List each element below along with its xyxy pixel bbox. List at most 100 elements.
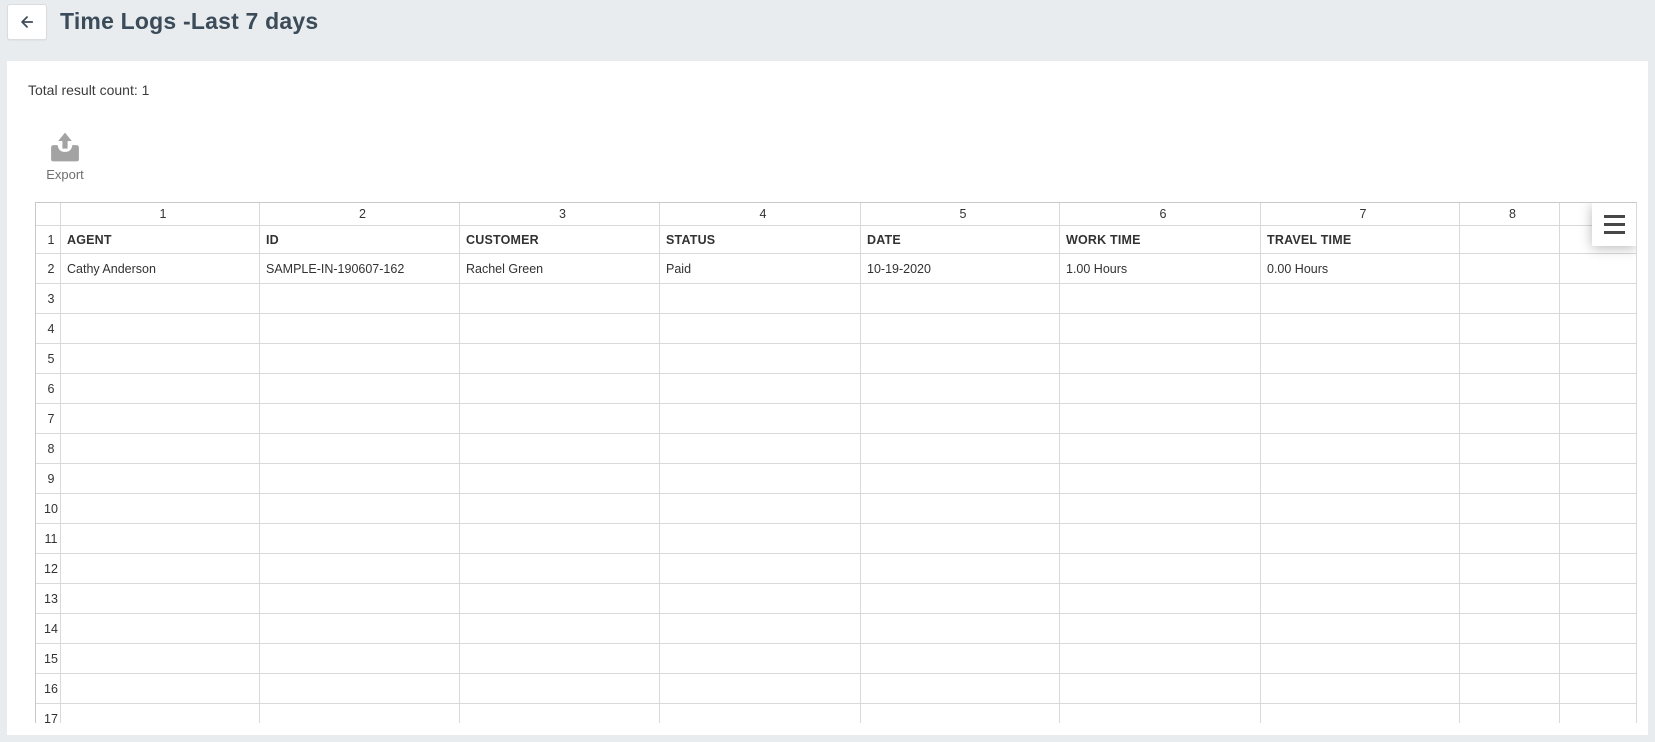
grid-cell[interactable] — [1560, 344, 1636, 374]
grid-cell[interactable] — [260, 344, 460, 374]
grid-cell[interactable] — [460, 344, 660, 374]
grid-cell[interactable] — [861, 614, 1060, 644]
grid-cell[interactable] — [660, 464, 861, 494]
grid-cell[interactable] — [1060, 434, 1261, 464]
grid-cell[interactable] — [1060, 464, 1261, 494]
grid-cell[interactable] — [660, 404, 861, 434]
grid-cell[interactable] — [861, 584, 1060, 614]
grid-cell[interactable] — [1560, 644, 1636, 674]
grid-cell[interactable] — [260, 584, 460, 614]
column-number[interactable]: 3 — [460, 203, 660, 226]
row-number[interactable]: 16 — [36, 674, 61, 704]
grid-cell[interactable] — [61, 674, 260, 704]
grid-cell[interactable] — [1460, 494, 1560, 524]
grid-cell[interactable] — [1460, 554, 1560, 584]
grid-cell[interactable] — [460, 584, 660, 614]
grid-cell[interactable] — [1460, 464, 1560, 494]
grid-cell[interactable] — [460, 314, 660, 344]
grid-cell[interactable] — [460, 404, 660, 434]
field-header[interactable]: CUSTOMER — [460, 226, 660, 254]
row-number[interactable]: 10 — [36, 494, 61, 524]
grid-cell[interactable] — [1060, 704, 1261, 723]
grid-cell[interactable] — [460, 554, 660, 584]
grid-cell[interactable] — [61, 704, 260, 723]
grid-cell[interactable] — [1460, 374, 1560, 404]
grid-cell[interactable] — [1060, 284, 1261, 314]
field-header[interactable]: AGENT — [61, 226, 260, 254]
column-number[interactable]: 5 — [861, 203, 1060, 226]
grid-cell[interactable] — [1261, 374, 1460, 404]
grid-cell[interactable] — [61, 464, 260, 494]
grid-cell[interactable] — [660, 344, 861, 374]
grid-cell[interactable] — [1560, 434, 1636, 464]
grid-cell[interactable] — [460, 434, 660, 464]
grid-cell[interactable] — [1460, 584, 1560, 614]
grid-cell[interactable] — [1460, 614, 1560, 644]
row-number[interactable]: 11 — [36, 524, 61, 554]
grid-cell[interactable] — [861, 344, 1060, 374]
row-number[interactable]: 5 — [36, 344, 61, 374]
grid-cell[interactable] — [1261, 704, 1460, 723]
column-number[interactable]: 8 — [1460, 203, 1560, 226]
grid-cell[interactable] — [861, 404, 1060, 434]
grid-cell[interactable] — [1460, 434, 1560, 464]
grid-menu-button[interactable] — [1592, 203, 1636, 246]
grid-cell[interactable] — [61, 614, 260, 644]
back-button[interactable] — [7, 4, 47, 40]
grid-cell[interactable] — [660, 314, 861, 344]
grid-cell[interactable]: Rachel Green — [460, 254, 660, 284]
grid-cell[interactable] — [1060, 344, 1261, 374]
grid-cell[interactable] — [260, 674, 460, 704]
grid-corner-cell[interactable] — [36, 203, 61, 226]
grid-cell[interactable] — [460, 644, 660, 674]
grid-cell[interactable] — [1060, 374, 1261, 404]
field-header[interactable]: ID — [260, 226, 460, 254]
grid-cell[interactable]: Paid — [660, 254, 861, 284]
grid-cell[interactable]: 1.00 Hours — [1060, 254, 1261, 284]
grid-cell[interactable] — [1060, 584, 1261, 614]
field-header[interactable]: TRAVEL TIME — [1261, 226, 1460, 254]
grid-cell[interactable] — [1060, 614, 1261, 644]
grid-cell[interactable]: 0.00 Hours — [1261, 254, 1460, 284]
row-number[interactable]: 14 — [36, 614, 61, 644]
row-number[interactable]: 15 — [36, 644, 61, 674]
row-number[interactable]: 1 — [36, 226, 61, 254]
grid-cell[interactable] — [1560, 494, 1636, 524]
grid-cell[interactable] — [660, 434, 861, 464]
row-number[interactable]: 9 — [36, 464, 61, 494]
grid-cell[interactable]: Cathy Anderson — [61, 254, 260, 284]
row-number[interactable]: 4 — [36, 314, 61, 344]
grid-cell[interactable]: SAMPLE-IN-190607-162 — [260, 254, 460, 284]
column-number[interactable]: 6 — [1060, 203, 1261, 226]
grid-cell[interactable] — [61, 644, 260, 674]
field-header[interactable]: STATUS — [660, 226, 861, 254]
column-number[interactable]: 1 — [61, 203, 260, 226]
grid-cell[interactable] — [260, 434, 460, 464]
grid-cell[interactable] — [861, 674, 1060, 704]
grid-cell[interactable] — [660, 284, 861, 314]
grid-cell[interactable] — [1460, 704, 1560, 723]
grid-cell[interactable] — [660, 674, 861, 704]
column-number[interactable]: 7 — [1261, 203, 1460, 226]
grid-cell[interactable] — [61, 524, 260, 554]
grid-cell[interactable] — [861, 284, 1060, 314]
grid-cell[interactable] — [1560, 524, 1636, 554]
row-number[interactable]: 17 — [36, 704, 61, 723]
grid-cell[interactable] — [1560, 674, 1636, 704]
grid-cell[interactable] — [660, 494, 861, 524]
grid-cell[interactable] — [1560, 284, 1636, 314]
row-number[interactable]: 2 — [36, 254, 61, 284]
column-number[interactable]: 2 — [260, 203, 460, 226]
grid-cell[interactable] — [1560, 704, 1636, 723]
row-number[interactable]: 3 — [36, 284, 61, 314]
row-number[interactable]: 12 — [36, 554, 61, 584]
grid-cell[interactable] — [861, 434, 1060, 464]
grid-cell[interactable] — [260, 374, 460, 404]
grid-cell[interactable] — [260, 494, 460, 524]
row-number[interactable]: 7 — [36, 404, 61, 434]
grid-cell[interactable] — [1261, 674, 1460, 704]
grid-cell[interactable] — [660, 374, 861, 404]
grid-cell[interactable] — [1560, 404, 1636, 434]
grid-cell[interactable] — [1261, 404, 1460, 434]
grid-cell[interactable] — [61, 344, 260, 374]
